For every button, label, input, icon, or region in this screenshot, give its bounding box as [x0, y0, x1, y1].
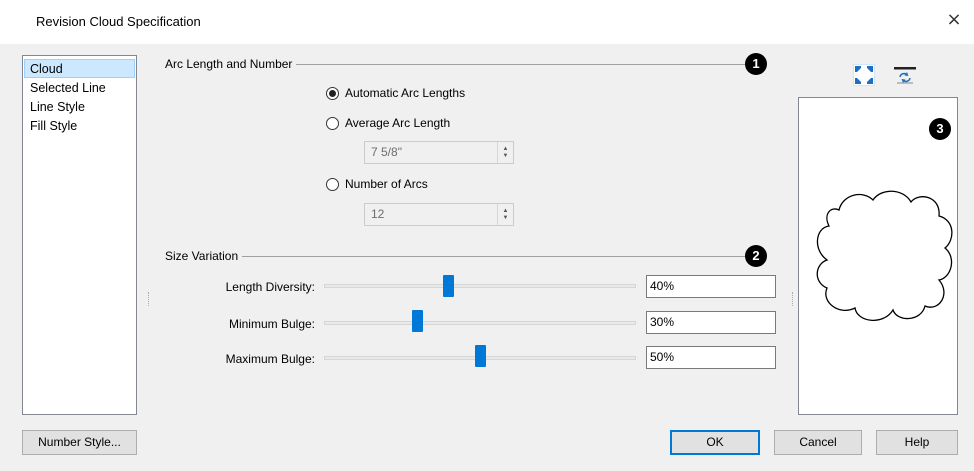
number-of-arcs-option[interactable]: Number of Arcs [326, 175, 428, 193]
number-of-arcs-input[interactable]: 12 ▲ ▼ [364, 203, 514, 226]
minimum-bulge-track[interactable] [324, 321, 636, 325]
sidebar-item-selected-line[interactable]: Selected Line [24, 78, 135, 97]
size-section-title: Size Variation [165, 249, 243, 263]
maximum-bulge-label: Maximum Bulge: [225, 352, 315, 366]
length-diversity-label: Length Diversity: [225, 280, 315, 294]
sidebar-item-cloud[interactable]: Cloud [24, 59, 135, 78]
reset-view-icon[interactable] [893, 65, 917, 88]
minimum-bulge-slider[interactable] [412, 310, 424, 332]
section-divider [165, 256, 745, 257]
dialog-title: Revision Cloud Specification [36, 14, 201, 29]
minimum-bulge-label: Minimum Bulge: [228, 317, 315, 331]
average-arc-length-option[interactable]: Average Arc Length [326, 114, 450, 132]
cloud-shape [816, 190, 953, 321]
cloud-preview: 3 [798, 97, 958, 415]
number-of-arcs-label: Number of Arcs [345, 177, 428, 191]
category-list[interactable]: Cloud Selected Line Line Style Fill Styl… [22, 55, 137, 415]
automatic-arc-label: Automatic Arc Lengths [345, 86, 466, 100]
help-button[interactable]: Help [876, 430, 958, 455]
average-arc-radio[interactable] [326, 116, 339, 130]
ok-button[interactable]: OK [670, 430, 760, 455]
number-of-arcs-radio[interactable] [326, 177, 339, 191]
spin-arrows-icon[interactable]: ▲ ▼ [497, 142, 513, 163]
close-icon[interactable]: × [944, 10, 964, 30]
average-arc-label: Average Arc Length [345, 116, 451, 130]
maximum-bulge-field[interactable]: 50% [646, 346, 776, 369]
cancel-button[interactable]: Cancel [774, 430, 862, 455]
callout-badge-1: 1 [745, 53, 767, 75]
callout-badge-2: 2 [745, 245, 767, 267]
number-of-arcs-value: 12 [371, 207, 385, 221]
spin-arrows-icon[interactable]: ▲ ▼ [497, 204, 513, 225]
average-arc-value: 7 5/8" [371, 145, 402, 159]
minimum-bulge-field[interactable]: 30% [646, 311, 776, 334]
number-style-button[interactable]: Number Style... [22, 430, 137, 455]
title-bar: Revision Cloud Specification × [0, 0, 974, 44]
automatic-arc-lengths-option[interactable]: Automatic Arc Lengths [326, 84, 465, 102]
sidebar-item-fill-style[interactable]: Fill Style [24, 116, 135, 135]
length-diversity-track[interactable] [324, 284, 636, 288]
fill-window-icon[interactable] [853, 64, 875, 89]
arc-section-title: Arc Length and Number [165, 57, 297, 71]
splitter-left[interactable] [148, 292, 150, 306]
splitter-right[interactable] [792, 292, 794, 306]
average-arc-length-input[interactable]: 7 5/8" ▲ ▼ [364, 141, 514, 164]
length-diversity-field[interactable]: 40% [646, 275, 776, 298]
maximum-bulge-slider[interactable] [474, 345, 486, 367]
automatic-arc-radio[interactable] [326, 86, 339, 100]
sidebar-item-line-style[interactable]: Line Style [24, 97, 135, 116]
length-diversity-slider[interactable] [443, 275, 455, 297]
